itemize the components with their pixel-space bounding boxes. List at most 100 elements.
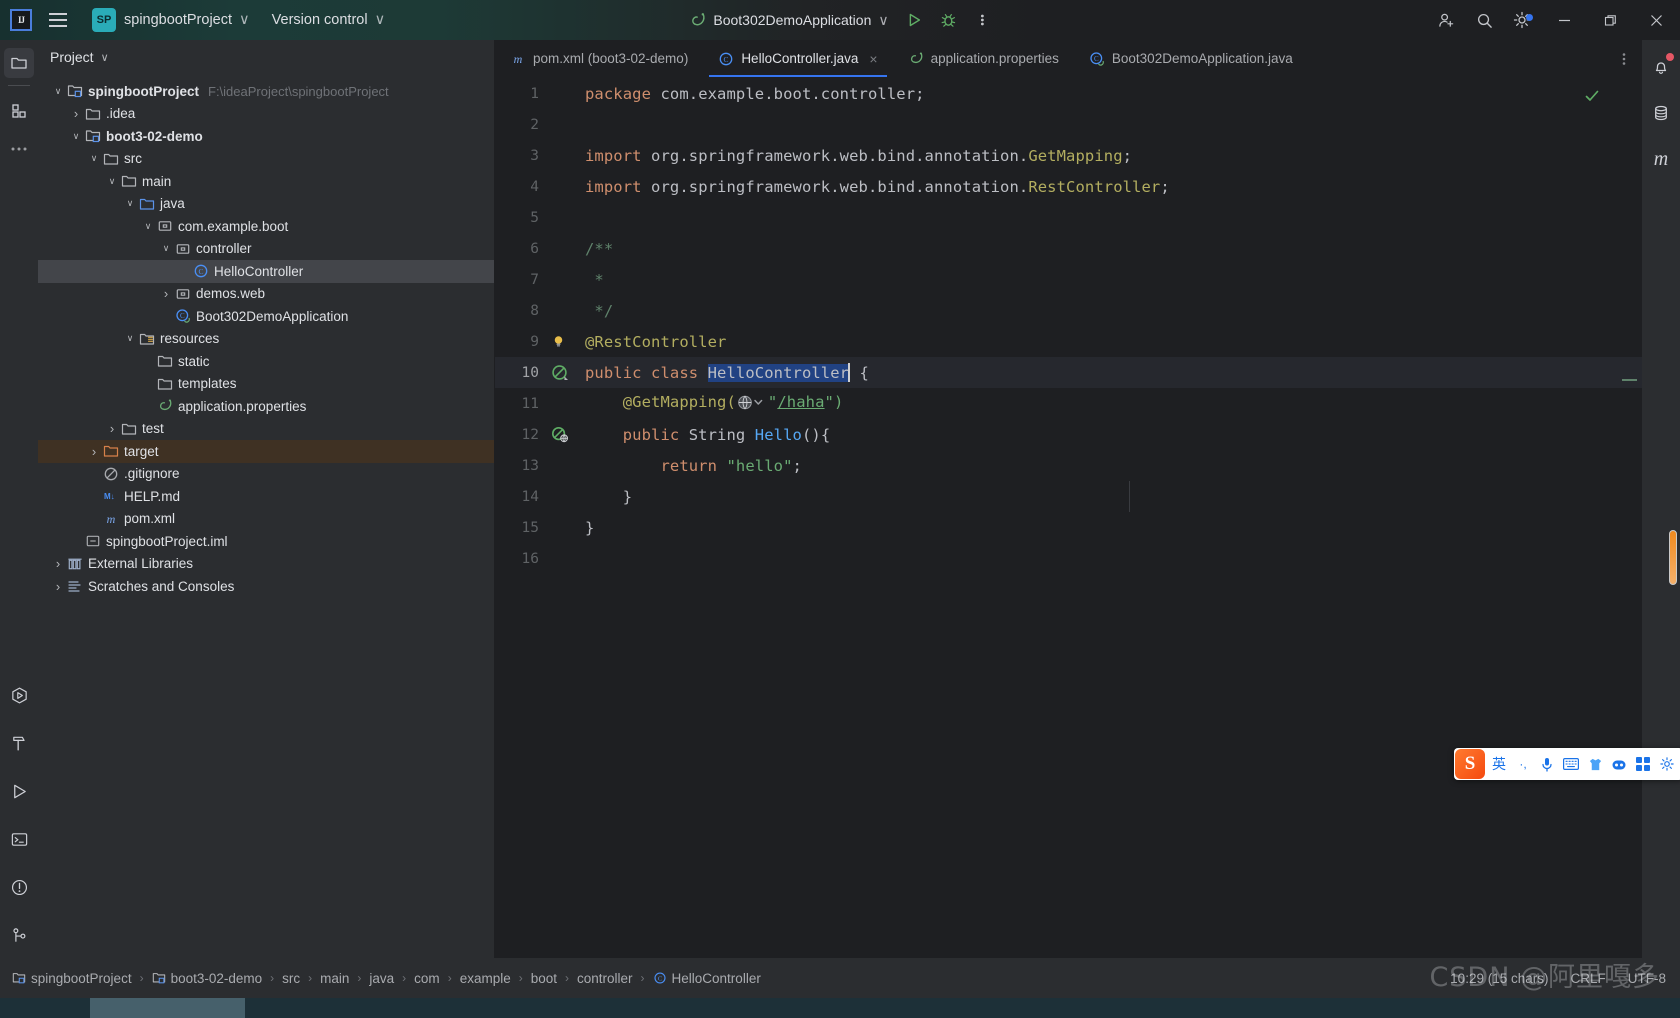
encoding-widget[interactable]: UTF-8 [1628, 971, 1666, 986]
url-globe-icon[interactable] [736, 394, 768, 415]
tree-node-application-properties[interactable]: application.properties [38, 395, 494, 418]
editor-vertical-scrollbar-thumb[interactable] [1669, 530, 1677, 585]
version-control-widget[interactable]: Version control ∨ [266, 8, 392, 32]
tree-node-spingbootproject[interactable]: ∨ spingbootProject F:\ideaProject\spingboo… [38, 80, 494, 103]
code-line[interactable]: 14 } [495, 481, 1642, 512]
sidebar-item-maven[interactable]: m [1646, 144, 1676, 174]
chevron-down-icon[interactable]: ∨ [68, 128, 84, 144]
code-line[interactable]: 10 public class HelloController { [495, 357, 1642, 388]
chevron-down-icon[interactable]: ∨ [50, 83, 66, 99]
tree-node-controller[interactable]: ∨ controller [38, 238, 494, 261]
project-widget[interactable]: SP spingbootProject ∨ [86, 4, 256, 36]
chevron-right-icon[interactable]: › [50, 578, 66, 594]
ime-settings-icon[interactable] [1655, 749, 1679, 779]
robot-icon[interactable] [1607, 749, 1631, 779]
chevron-down-icon[interactable]: ∨ [104, 173, 120, 189]
code-line[interactable]: 4 import org.springframework.web.bind.ann… [495, 171, 1642, 202]
tree-node--gitignore[interactable]: .gitignore [38, 463, 494, 486]
chevron-down-icon[interactable]: ∨ [122, 196, 138, 212]
breadcrumb-item-com[interactable]: com [414, 971, 440, 986]
tree-node-java[interactable]: ∨ java [38, 193, 494, 216]
chevron-right-icon[interactable]: › [50, 556, 66, 572]
code-line[interactable]: 3 import org.springframework.web.bind.ann… [495, 140, 1642, 171]
ime-punctuation-toggle[interactable]: ·, [1511, 749, 1535, 779]
project-tree[interactable]: ∨ spingbootProject F:\ideaProject\spingboo… [38, 74, 494, 598]
tree-node-main[interactable]: ∨ main [38, 170, 494, 193]
editor-tabs-more-button[interactable] [1606, 40, 1642, 77]
breadcrumb-item-boot[interactable]: boot [531, 971, 557, 986]
breadcrumb-item-controller[interactable]: controller [577, 971, 633, 986]
sidebar-item-commit[interactable] [4, 96, 34, 126]
tree-node-test[interactable]: › test [38, 418, 494, 441]
chevron-right-icon[interactable]: › [86, 443, 102, 459]
caret-position-widget[interactable]: 10:29 (15 chars) [1450, 971, 1548, 986]
close-button[interactable] [1634, 0, 1678, 40]
editor-tab-application-properties[interactable]: application.properties [893, 40, 1074, 77]
gutter-endpoint-icon[interactable] [539, 426, 585, 444]
tree-node-com-example-boot[interactable]: ∨ com.example.boot [38, 215, 494, 238]
tree-node-src[interactable]: ∨ src [38, 148, 494, 171]
maximize-button[interactable] [1588, 0, 1632, 40]
sidebar-item-more[interactable] [4, 134, 34, 164]
main-menu-icon[interactable] [44, 7, 72, 33]
sidebar-item-run[interactable] [4, 680, 34, 710]
breadcrumb-item-example[interactable]: example [460, 971, 511, 986]
breadcrumb-item-spingbootproject[interactable]: spingbootProject [12, 971, 132, 986]
editor-marker-bar[interactable] [1622, 78, 1642, 958]
code-with-me-button[interactable] [1428, 6, 1464, 34]
editor-tab-pom-xml-boot3-02-demo-[interactable]: m pom.xml (boot3-02-demo) [495, 40, 703, 77]
tree-node-hellocontroller[interactable]: C HelloController [38, 260, 494, 283]
breadcrumb-item-src[interactable]: src [282, 971, 300, 986]
sogou-ime-toolbar[interactable]: S 英 ·, [1454, 748, 1680, 780]
editor-tab-hellocontroller-java[interactable]: C HelloController.java × [703, 40, 892, 77]
chevron-right-icon[interactable]: › [68, 106, 84, 122]
windows-taskbar[interactable] [0, 998, 1680, 1018]
gutter-bean-icon[interactable] [539, 364, 585, 382]
settings-button[interactable] [1504, 6, 1540, 34]
tree-node-resources[interactable]: ∨ resources [38, 328, 494, 351]
code-line[interactable]: 13 return "hello"; [495, 450, 1642, 481]
debug-button[interactable] [934, 6, 964, 34]
search-everywhere-button[interactable] [1466, 6, 1502, 34]
code-line[interactable]: 16 [495, 543, 1642, 574]
ime-language-toggle[interactable]: 英 [1487, 749, 1511, 779]
breadcrumb-item-hellocontroller[interactable]: C HelloController [653, 971, 761, 986]
tree-node-pom-xml[interactable]: m pom.xml [38, 508, 494, 531]
sidebar-item-terminal[interactable] [4, 824, 34, 854]
minimize-button[interactable] [1542, 0, 1586, 40]
tree-node-spingbootproject-iml[interactable]: spingbootProject.iml [38, 530, 494, 553]
code-line[interactable]: 1 package com.example.boot.controller; [495, 78, 1642, 109]
chevron-down-icon[interactable]: ∨ [158, 241, 174, 257]
tree-node-demos-web[interactable]: › demos.web [38, 283, 494, 306]
line-separator-widget[interactable]: CRLF [1570, 971, 1605, 986]
more-run-actions-button[interactable] [968, 6, 998, 34]
code-line[interactable]: 11 @GetMapping("/haha") [495, 388, 1642, 419]
run-configuration-selector[interactable]: Boot302DemoApplication ∨ [682, 8, 895, 33]
breadcrumb[interactable]: spingbootProject › boot3-02-demo › src › main ›… [12, 971, 761, 986]
code-line[interactable]: 9 @RestController [495, 326, 1642, 357]
code-line[interactable]: 15} [495, 512, 1642, 543]
code-lines[interactable]: 1 package com.example.boot.controller; 2 3 i… [495, 78, 1642, 574]
keyboard-icon[interactable] [1559, 749, 1583, 779]
sidebar-item-database[interactable] [1646, 98, 1676, 128]
sidebar-item-notifications[interactable] [1646, 52, 1676, 82]
close-tab-icon[interactable]: × [869, 51, 877, 67]
sidebar-item-project[interactable] [4, 48, 34, 78]
tree-node-target[interactable]: › target [38, 440, 494, 463]
chevron-down-icon[interactable]: ∨ [86, 151, 102, 167]
editor-tab-bar[interactable]: m pom.xml (boot3-02-demo) C HelloController… [495, 40, 1642, 78]
sidebar-item-problems[interactable] [4, 872, 34, 902]
mic-icon[interactable] [1535, 749, 1559, 779]
tree-node-external-libraries[interactable]: › External Libraries [38, 553, 494, 576]
code-line[interactable]: 2 [495, 109, 1642, 140]
code-line[interactable]: 6 /** [495, 233, 1642, 264]
sidebar-item-services[interactable] [4, 776, 34, 806]
run-button[interactable] [900, 6, 930, 34]
skin-icon[interactable] [1583, 749, 1607, 779]
code-editor[interactable]: 1 package com.example.boot.controller; 2 3 i… [495, 78, 1642, 958]
breadcrumb-item-java[interactable]: java [369, 971, 394, 986]
editor-tab-boot302demoapplication-java[interactable]: C Boot302DemoApplication.java [1074, 40, 1308, 77]
tree-node-boot302demoapplication[interactable]: C Boot302DemoApplication [38, 305, 494, 328]
tree-node-scratches-and-consoles[interactable]: › Scratches and Consoles [38, 575, 494, 598]
apps-icon[interactable] [1631, 749, 1655, 779]
